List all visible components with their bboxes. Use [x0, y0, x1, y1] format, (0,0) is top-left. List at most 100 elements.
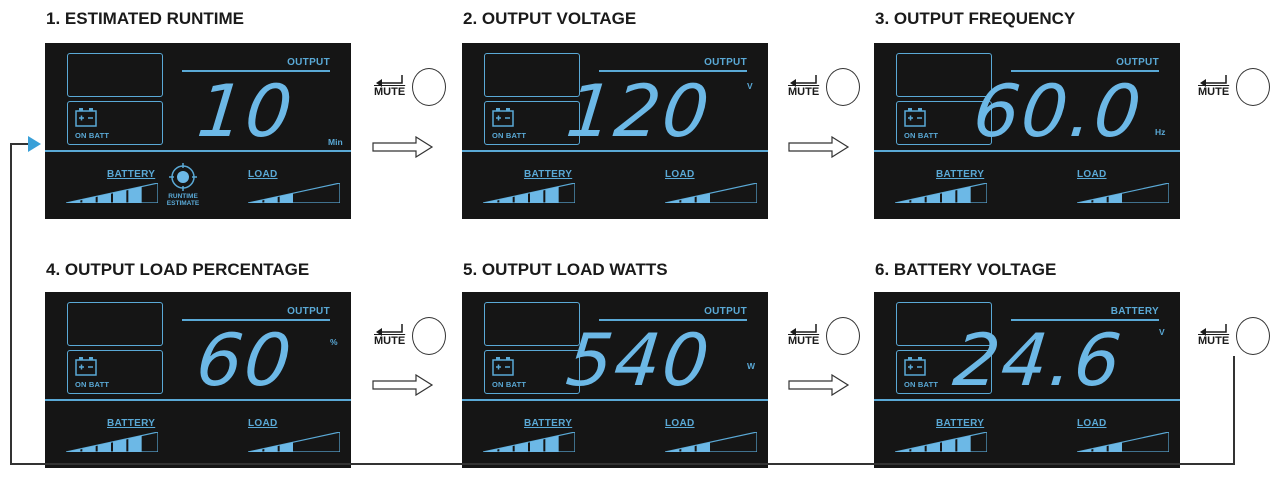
lcd-separator — [874, 150, 1180, 152]
display-value: 10 — [193, 69, 299, 153]
battery-label: BATTERY — [107, 169, 156, 180]
display-unit: % — [330, 337, 338, 347]
level-segment — [249, 448, 263, 452]
level-segment — [484, 199, 498, 203]
step-title-6: 6. BATTERY VOLTAGE — [875, 260, 1057, 279]
on-batt-label: ON BATT — [904, 131, 939, 140]
display-header: OUTPUT — [704, 57, 747, 68]
display-header: OUTPUT — [287, 57, 330, 68]
right-arrow-icon — [788, 374, 850, 396]
level-meter — [665, 432, 757, 452]
level-segment — [545, 435, 559, 452]
lcd-separator — [874, 399, 1180, 401]
level-segment — [957, 435, 971, 452]
level-segment — [1078, 448, 1092, 452]
level-segment — [926, 193, 940, 203]
step-title-2: 2. OUTPUT VOLTAGE — [463, 9, 637, 28]
battery-label: BATTERY — [524, 418, 573, 429]
load-label: LOAD — [1077, 418, 1107, 429]
loop-line-left — [10, 143, 12, 464]
load-label: LOAD — [248, 169, 278, 180]
on-batt-label: ON BATT — [492, 380, 527, 389]
level-segment — [279, 442, 293, 452]
lcd-box-top — [484, 302, 580, 346]
level-meter — [66, 183, 158, 203]
step-title-5: 5. OUTPUT LOAD WATTS — [463, 260, 668, 279]
mute-label: MUTE — [1198, 335, 1230, 347]
level-segment — [97, 193, 111, 203]
load-label: LOAD — [665, 418, 695, 429]
level-meter — [895, 183, 987, 203]
battery-icon — [75, 357, 97, 376]
lcd-separator — [45, 399, 351, 401]
mute-button-icon[interactable] — [412, 317, 446, 355]
loop-line-bottom — [10, 463, 1235, 465]
mute-button-icon[interactable] — [1236, 317, 1270, 355]
level-segment — [696, 193, 710, 203]
mute-button-4[interactable]: MUTE — [374, 317, 454, 357]
level-segment — [67, 199, 81, 203]
mute-button-icon[interactable] — [826, 68, 860, 106]
step-title-3: 3. OUTPUT FREQUENCY — [875, 9, 1076, 28]
level-segment — [666, 448, 680, 452]
lcd-panel-1: ON BATT OUTPUT 10 Min BATTERY LOAD RUNTI… — [45, 43, 351, 219]
display-header: BATTERY — [1110, 306, 1159, 317]
battery-icon — [904, 108, 926, 127]
battery-label: BATTERY — [107, 418, 156, 429]
lcd-separator — [462, 399, 768, 401]
display-unit: V — [1159, 327, 1165, 337]
display-value: 120 — [562, 69, 715, 153]
display-header: OUTPUT — [287, 306, 330, 317]
display-header: OUTPUT — [1116, 57, 1159, 68]
level-segment — [896, 448, 910, 452]
lcd-panel-4: ON BATT OUTPUT 60 % BATTERY LOAD — [45, 292, 351, 468]
level-segment — [1108, 442, 1122, 452]
level-segment — [97, 442, 111, 452]
mute-button-5[interactable]: MUTE — [788, 317, 868, 357]
level-meter — [1077, 183, 1169, 203]
mute-button-icon[interactable] — [1236, 68, 1270, 106]
battery-icon — [492, 108, 514, 127]
lcd-panel-5: ON BATT OUTPUT 540 W BATTERY LOAD — [462, 292, 768, 468]
lcd-box-top — [67, 53, 163, 97]
level-meter — [895, 432, 987, 452]
mute-button-icon[interactable] — [412, 68, 446, 106]
level-meter — [66, 432, 158, 452]
right-arrow-icon — [372, 136, 434, 158]
battery-icon — [75, 108, 97, 127]
load-label: LOAD — [248, 418, 278, 429]
on-batt-label: ON BATT — [904, 380, 939, 389]
mute-button-1[interactable]: MUTE — [374, 68, 454, 108]
level-segment — [1108, 193, 1122, 203]
mute-button-3[interactable]: MUTE — [1198, 68, 1274, 108]
runtime-estimate-label: RUNTIME ESTIMATE — [166, 193, 200, 207]
level-segment — [957, 186, 971, 203]
loop-line-top — [10, 143, 30, 145]
battery-label: BATTERY — [936, 418, 985, 429]
display-unit: V — [747, 81, 753, 91]
display-value: 60 — [192, 318, 298, 402]
level-segment — [514, 193, 528, 203]
display-value: 540 — [562, 318, 715, 402]
mute-button-icon[interactable] — [826, 317, 860, 355]
lcd-separator — [462, 150, 768, 152]
battery-icon — [492, 357, 514, 376]
lcd-box-top — [484, 53, 580, 97]
load-label: LOAD — [665, 169, 695, 180]
mute-label: MUTE — [374, 335, 406, 347]
display-header: OUTPUT — [704, 306, 747, 317]
level-segment — [128, 186, 142, 203]
runtime-estimate-icon — [169, 163, 197, 191]
mute-button-2[interactable]: MUTE — [788, 68, 868, 108]
mute-label: MUTE — [788, 335, 820, 347]
level-meter — [483, 183, 575, 203]
level-segment — [896, 199, 910, 203]
level-segment — [514, 442, 528, 452]
level-meter — [248, 183, 340, 203]
level-segment — [666, 199, 680, 203]
loop-line-right — [1233, 356, 1235, 464]
display-unit: Hz — [1155, 127, 1166, 137]
mute-button-6[interactable]: MUTE — [1198, 317, 1274, 357]
loop-arrowhead-icon — [28, 136, 41, 152]
lcd-panel-6: ON BATT BATTERY 24.6 V BATTERY LOAD — [874, 292, 1180, 468]
